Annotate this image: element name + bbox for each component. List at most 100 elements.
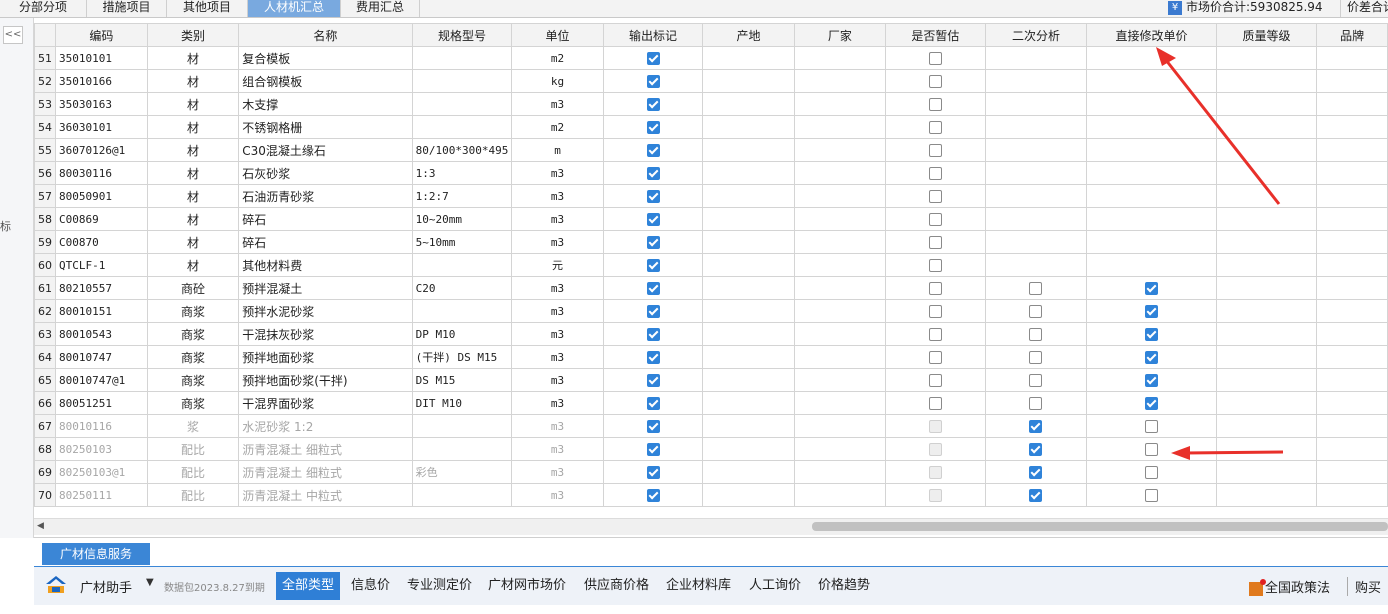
origin-cell[interactable] <box>702 414 795 438</box>
direct-price-cell[interactable] <box>1086 253 1217 277</box>
spec-cell[interactable]: 80/100*300*495 <box>411 138 513 162</box>
name-cell[interactable]: 预拌水泥砂浆 <box>238 299 413 323</box>
table-row[interactable]: 53 35030163 材木支撑 m3 <box>34 92 1388 116</box>
quality-grade-cell[interactable] <box>1215 276 1318 300</box>
output-flag-cell[interactable] <box>602 184 704 208</box>
brand-cell[interactable] <box>1316 138 1388 162</box>
code-cell[interactable]: 36030101 <box>55 115 148 139</box>
origin-cell[interactable] <box>702 460 795 484</box>
tab-feiyong[interactable]: 费用汇总 <box>341 0 420 17</box>
manufacturer-cell[interactable] <box>793 483 887 507</box>
provisional-cell[interactable] <box>885 322 986 346</box>
output-flag-cell[interactable] <box>602 437 704 461</box>
direct-price-cell[interactable] <box>1086 299 1217 323</box>
spec-cell[interactable]: 1:2:7 <box>411 184 513 208</box>
manufacturer-cell[interactable] <box>793 253 887 277</box>
secondary-analysis-checkbox[interactable] <box>1029 374 1043 387</box>
category-cell[interactable]: 配比 <box>146 483 240 507</box>
provisional-cell[interactable] <box>885 368 986 392</box>
code-cell[interactable]: 80010543 <box>55 322 148 346</box>
output-flag-checkbox[interactable] <box>646 305 660 318</box>
table-row[interactable]: 56 80030116 材石灰砂浆 1:3 m3 <box>34 161 1388 185</box>
unit-cell[interactable]: m3 <box>511 345 604 369</box>
secondary-analysis-cell[interactable] <box>984 437 1088 461</box>
unit-cell[interactable]: m2 <box>511 46 604 70</box>
unit-cell[interactable]: m3 <box>511 230 604 254</box>
name-cell[interactable]: 沥青混凝土 细粒式 <box>238 437 413 461</box>
secondary-analysis-checkbox[interactable] <box>1029 351 1043 364</box>
secondary-analysis-cell[interactable] <box>984 184 1088 208</box>
provisional-checkbox[interactable] <box>928 282 942 295</box>
unit-cell[interactable]: kg <box>511 69 604 93</box>
quality-grade-cell[interactable] <box>1215 368 1318 392</box>
provisional-checkbox[interactable] <box>928 98 942 111</box>
brand-cell[interactable] <box>1316 207 1388 231</box>
output-flag-checkbox[interactable] <box>646 397 660 410</box>
nav-info-price[interactable]: 信息价 <box>351 572 390 600</box>
provisional-checkbox[interactable] <box>928 397 942 410</box>
table-row[interactable]: 65 80010747@1 商浆 预拌地面砂浆(干拌) DS M15 m3 <box>34 368 1388 392</box>
table-row[interactable]: 62 80010151 商浆 预拌水泥砂浆 m3 <box>34 299 1388 323</box>
manufacturer-cell[interactable] <box>793 368 887 392</box>
manufacturer-cell[interactable] <box>793 322 887 346</box>
provisional-cell[interactable] <box>885 414 986 438</box>
brand-cell[interactable] <box>1316 322 1388 346</box>
output-flag-cell[interactable] <box>602 207 704 231</box>
code-cell[interactable]: 35010166 <box>55 69 148 93</box>
manufacturer-header[interactable]: 厂家 <box>793 23 887 47</box>
output-flag-checkbox[interactable] <box>646 213 660 226</box>
direct-price-checkbox[interactable] <box>1144 305 1158 318</box>
direct-price-checkbox[interactable] <box>1144 351 1158 364</box>
provisional-cell[interactable] <box>885 299 986 323</box>
output-flag-checkbox[interactable] <box>646 121 660 134</box>
code-cell[interactable]: QTCLF-1 <box>55 253 148 277</box>
category-cell[interactable]: 材 <box>146 184 240 208</box>
quality-grade-cell[interactable] <box>1215 322 1318 346</box>
output-flag-cell[interactable] <box>602 483 704 507</box>
category-cell[interactable]: 商浆 <box>146 322 240 346</box>
unit-header[interactable]: 单位 <box>511 23 604 47</box>
nav-manual-inquiry[interactable]: 人工询价 <box>749 572 801 600</box>
name-cell[interactable]: 水泥砂浆 1:2 <box>238 414 413 438</box>
output-flag-cell[interactable] <box>602 368 704 392</box>
manufacturer-cell[interactable] <box>793 184 887 208</box>
output-flag-cell[interactable] <box>602 69 704 93</box>
quality-grade-cell[interactable] <box>1215 138 1318 162</box>
origin-cell[interactable] <box>702 184 795 208</box>
table-row[interactable]: 68 80250103 配比 沥青混凝土 细粒式 m3 <box>34 437 1388 461</box>
manufacturer-cell[interactable] <box>793 161 887 185</box>
provisional-checkbox[interactable] <box>928 144 942 157</box>
category-cell[interactable]: 材 <box>146 230 240 254</box>
category-cell[interactable]: 材 <box>146 253 240 277</box>
quality-grade-cell[interactable] <box>1215 230 1318 254</box>
output-flag-checkbox[interactable] <box>646 374 660 387</box>
output-flag-checkbox[interactable] <box>646 351 660 364</box>
output-flag-checkbox[interactable] <box>646 328 660 341</box>
brand-cell[interactable] <box>1316 368 1388 392</box>
code-cell[interactable]: C00869 <box>55 207 148 231</box>
manufacturer-cell[interactable] <box>793 115 887 139</box>
unit-cell[interactable]: m3 <box>511 92 604 116</box>
name-cell[interactable]: 沥青混凝土 细粒式 <box>238 460 413 484</box>
name-cell[interactable]: 不锈钢格栅 <box>238 115 413 139</box>
nav-market-price[interactable]: 广材网市场价 <box>488 572 566 600</box>
direct-price-cell[interactable] <box>1086 322 1217 346</box>
spec-cell[interactable] <box>411 299 513 323</box>
brand-cell[interactable] <box>1316 460 1388 484</box>
direct-price-cell[interactable] <box>1086 483 1217 507</box>
code-cell[interactable]: 35030163 <box>55 92 148 116</box>
nav-price-trend[interactable]: 价格趋势 <box>818 572 870 600</box>
code-cell[interactable]: 80210557 <box>55 276 148 300</box>
table-row[interactable]: 55 36070126@1 材 C30混凝土缘石 80/100*300*495 m <box>34 138 1388 162</box>
quality-grade-cell[interactable] <box>1215 460 1318 484</box>
code-cell[interactable]: 80010747 <box>55 345 148 369</box>
provisional-checkbox[interactable] <box>928 213 942 226</box>
category-cell[interactable]: 材 <box>146 69 240 93</box>
manufacturer-cell[interactable] <box>793 207 887 231</box>
table-row[interactable]: 60 QTCLF-1 材其他材料费 元 <box>34 253 1388 277</box>
secondary-analysis-cell[interactable] <box>984 460 1088 484</box>
provisional-checkbox[interactable] <box>928 52 942 65</box>
direct-price-header[interactable]: 直接修改单价 <box>1086 23 1217 47</box>
table-row[interactable]: 63 80010543 商浆 干混抹灰砂浆 DP M10 m3 <box>34 322 1388 346</box>
secondary-analysis-checkbox[interactable] <box>1029 397 1043 410</box>
